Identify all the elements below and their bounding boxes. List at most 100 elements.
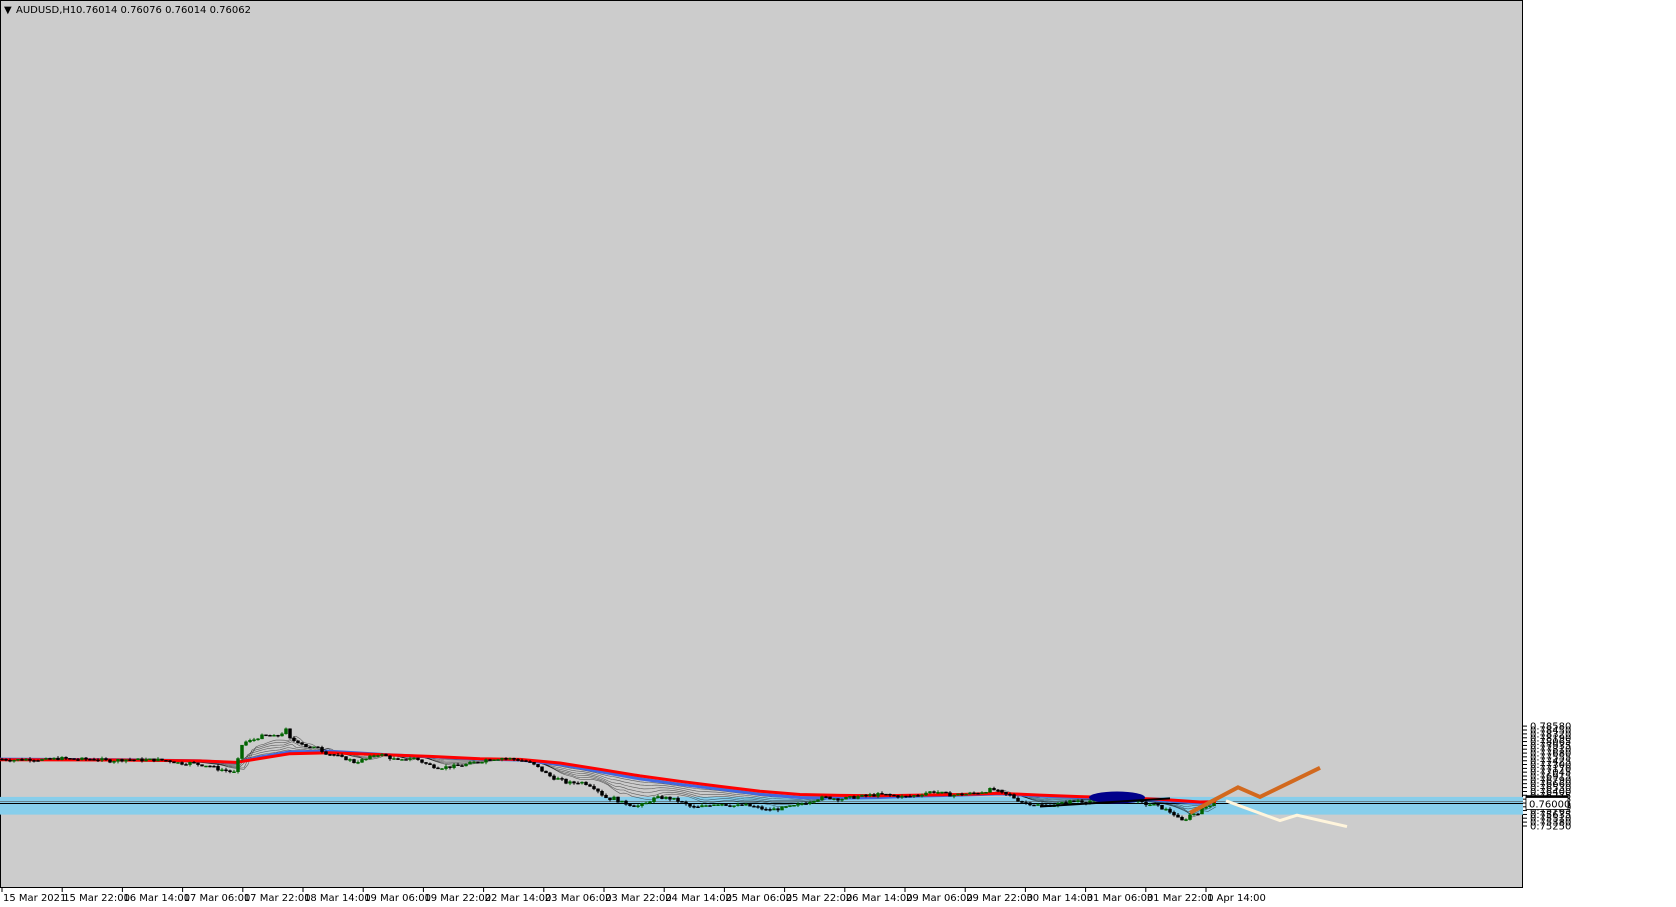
candle-body — [752, 805, 756, 808]
candle-body — [668, 796, 672, 800]
candle-body — [688, 803, 692, 807]
candle-body — [896, 795, 900, 798]
candle-body — [544, 770, 548, 774]
candle-body — [816, 799, 820, 802]
candle-body — [996, 789, 1000, 792]
candle-body — [1024, 802, 1028, 804]
candle-body — [860, 794, 864, 797]
x-tick-label: 29 Mar 06:00 — [906, 893, 973, 904]
price-tag-label: 0.76000 — [1529, 800, 1570, 811]
x-tick-label: 18 Mar 14:00 — [304, 893, 371, 904]
candle-body — [432, 764, 436, 769]
candle-body — [1016, 797, 1020, 802]
candle-body — [1160, 804, 1164, 810]
candle-body — [508, 758, 512, 760]
y-tick-label: 0.75250 — [1530, 822, 1571, 833]
candle-body — [416, 757, 420, 760]
candle-body — [240, 744, 244, 759]
candle-body — [1208, 805, 1212, 807]
candle-body — [204, 765, 208, 768]
candle-body — [1184, 819, 1188, 821]
candle-body — [396, 758, 400, 760]
chevron-down-icon[interactable]: ▼ — [4, 5, 12, 16]
candle-body — [904, 795, 908, 798]
candle-body — [652, 797, 656, 802]
candle-body — [8, 759, 12, 762]
candle-body — [108, 759, 112, 763]
candle-body — [900, 795, 904, 798]
candle-body — [916, 795, 920, 797]
candle-body — [32, 760, 36, 762]
candle-body — [1188, 814, 1192, 820]
candle-body — [1028, 802, 1032, 806]
candle-body — [100, 758, 104, 761]
candle-body — [676, 797, 680, 802]
candle-body — [696, 806, 700, 808]
candle-body — [912, 795, 916, 797]
candle-body — [788, 805, 792, 807]
candle-body — [448, 766, 452, 768]
candle-body — [492, 759, 496, 761]
candle-body — [36, 760, 40, 762]
candle-body — [424, 762, 428, 764]
candle-body — [840, 798, 844, 801]
candle-body — [848, 796, 852, 798]
candle-body — [852, 796, 856, 799]
candle-body — [936, 791, 940, 794]
candle-body — [760, 806, 764, 810]
candle-body — [924, 792, 928, 796]
candle-body — [484, 759, 488, 763]
candle-body — [496, 759, 500, 761]
candle-body — [144, 759, 148, 762]
candle-body — [120, 759, 124, 762]
candle-body — [312, 746, 316, 749]
candle-body — [584, 781, 588, 785]
candle-body — [1176, 814, 1180, 818]
candle-body — [948, 792, 952, 797]
candle-body — [540, 766, 544, 772]
candle-body — [56, 757, 60, 760]
symbol-header: ▼ AUDUSD,H1 0.76014 0.76076 0.76014 0.76… — [4, 5, 251, 16]
candle-body — [1164, 808, 1168, 811]
candle-body — [596, 788, 600, 792]
candle-body — [784, 806, 788, 808]
candle-body — [864, 794, 868, 797]
candle-body — [304, 743, 308, 748]
candle-body — [616, 796, 620, 803]
candle-body — [96, 759, 100, 762]
candle-body — [720, 804, 724, 806]
candle-body — [180, 762, 184, 765]
x-tick-label: 15 Mar 2021 — [3, 893, 66, 904]
candle-body — [384, 754, 388, 757]
candle-body — [440, 768, 444, 770]
candle-body — [148, 758, 152, 761]
price-chart[interactable]: 0.785800.784500.783200.781900.780650.779… — [0, 0, 1676, 907]
candle-body — [1036, 804, 1040, 806]
candle-body — [288, 728, 292, 739]
candle-body — [156, 758, 160, 762]
x-tick-label: 24 Mar 14:00 — [665, 893, 732, 904]
candle-body — [552, 775, 556, 780]
x-tick-label: 26 Mar 14:00 — [846, 893, 913, 904]
x-tick-label: 22 Mar 14:00 — [485, 893, 552, 904]
candle-body — [568, 781, 572, 784]
candle-body — [660, 796, 664, 799]
candle-body — [88, 758, 92, 761]
candle-body — [220, 769, 224, 772]
candle-body — [444, 766, 448, 769]
candle-body — [732, 805, 736, 807]
candle-body — [188, 762, 192, 765]
candle-body — [16, 759, 20, 761]
candle-body — [500, 758, 504, 760]
candle-body — [1196, 813, 1200, 816]
candle-body — [420, 759, 424, 763]
x-tick-label: 31 Mar 06:00 — [1087, 893, 1154, 904]
candle-body — [1168, 808, 1172, 813]
candle-body — [532, 761, 536, 765]
candle-body — [412, 757, 416, 760]
candle-body — [1212, 803, 1216, 806]
candle-body — [24, 758, 28, 761]
candle-body — [1064, 802, 1068, 805]
candle-body — [480, 761, 484, 764]
candle-body — [1068, 800, 1072, 805]
